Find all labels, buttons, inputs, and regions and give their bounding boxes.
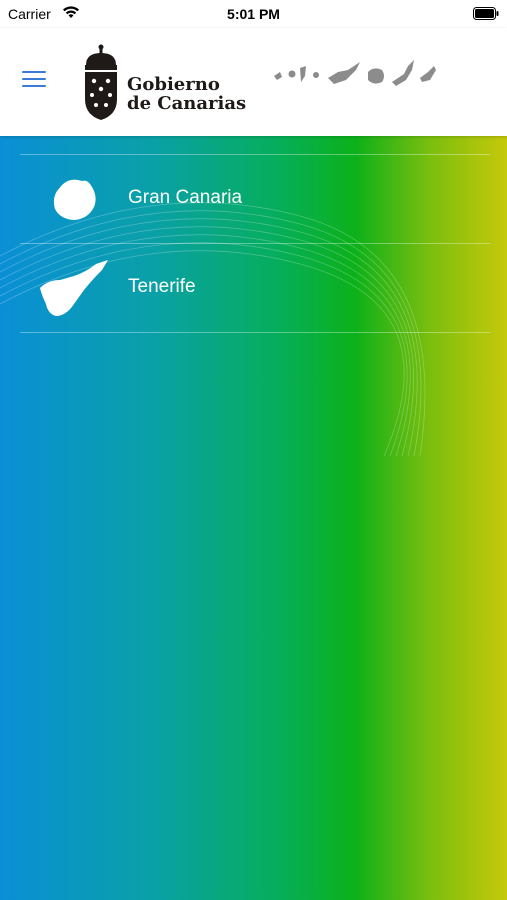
battery-icon [473, 7, 499, 20]
logo-text: Gobierno de Canarias [127, 75, 246, 113]
logo-line-1: Gobierno [127, 74, 220, 95]
gobierno-de-canarias-logo: Gobierno de Canarias [80, 43, 250, 123]
list-item-tenerife[interactable]: Tenerife [20, 244, 490, 332]
coat-of-arms-icon [85, 44, 117, 120]
island-list: Gran Canaria Tenerife [20, 154, 490, 333]
island-label: Tenerife [128, 276, 196, 297]
app-header: Gobierno de Canarias [0, 28, 507, 136]
tenerife-icon [40, 260, 108, 316]
hamburger-menu-icon[interactable] [18, 66, 50, 92]
list-item-gran-canaria[interactable]: Gran Canaria [20, 155, 490, 243]
island-selection-panel: Gran Canaria Tenerife [0, 136, 507, 900]
canary-islands-map-icon [274, 60, 436, 86]
logo-line-2: de Canarias [127, 93, 247, 114]
status-time: 5:01 PM [227, 6, 280, 22]
status-bar: Carrier 5:01 PM [0, 0, 507, 28]
list-divider [20, 332, 490, 333]
gran-canaria-icon [53, 179, 96, 220]
island-label: Gran Canaria [128, 187, 243, 208]
